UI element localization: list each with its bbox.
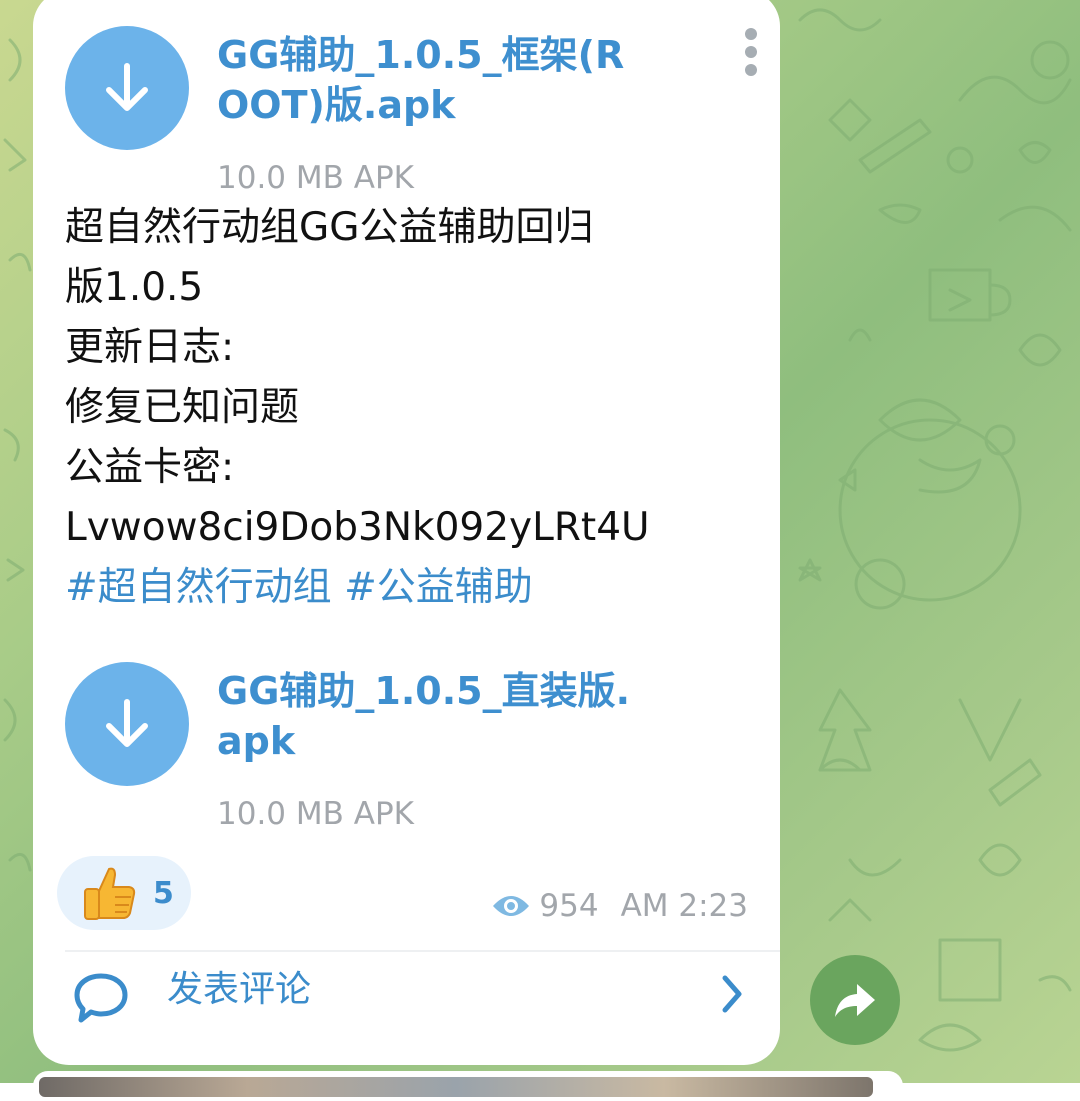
hashtag-row: #超自然行动组 #公益辅助: [65, 558, 755, 618]
download-arrow-icon: [106, 63, 148, 111]
download-button-1[interactable]: [65, 26, 189, 150]
message-line: 修复已知问题: [65, 385, 300, 430]
view-count: 954: [539, 888, 599, 924]
hashtag-link[interactable]: #超自然行动组: [65, 565, 332, 610]
reaction-thumbs-up[interactable]: 5: [57, 856, 191, 930]
share-button[interactable]: [810, 955, 900, 1045]
file-name-1[interactable]: GG辅助_1.0.5_框架(ROOT)版.apk: [217, 30, 637, 130]
comment-button[interactable]: 发表评论: [33, 952, 780, 1052]
thumbs-up-icon: [84, 867, 136, 920]
file-name-2[interactable]: GG辅助_1.0.5_直装版.apk: [217, 666, 637, 766]
eye-icon: [493, 896, 530, 916]
message-line: 超自然行动组GG公益辅助回归: [65, 205, 594, 250]
message-line: 公益卡密:: [65, 445, 235, 490]
comment-bubble-icon: [74, 973, 128, 1023]
file-size-2: 10.0 MB APK: [217, 796, 414, 832]
chevron-right-icon: [722, 975, 742, 1013]
message-line: 版1.0.5: [65, 265, 204, 310]
share-arrow-icon: [835, 984, 875, 1017]
download-arrow-icon: [106, 699, 148, 747]
message-info: 954 AM 2:23: [491, 888, 748, 924]
message-body: 超自然行动组GG公益辅助回归 版1.0.5 更新日志: 修复已知问题 公益卡密:…: [65, 198, 755, 618]
next-message-bubble: [33, 1071, 903, 1101]
comment-label: 发表评论: [167, 969, 312, 1010]
message-time: AM 2:23: [620, 888, 748, 924]
more-vertical-icon[interactable]: [741, 28, 761, 84]
file-size-1: 10.0 MB APK: [217, 160, 414, 196]
message-bubble: GG辅助_1.0.5_框架(ROOT)版.apk 10.0 MB APK 超自然…: [33, 0, 780, 1065]
next-message-image: [39, 1077, 873, 1097]
message-line: 更新日志:: [65, 325, 235, 370]
reaction-count: 5: [153, 875, 174, 911]
download-button-2[interactable]: [65, 662, 189, 786]
hashtag-link[interactable]: #公益辅助: [344, 565, 533, 610]
message-line: Lvwow8ci9Dob3Nk092yLRt4U: [65, 505, 650, 550]
